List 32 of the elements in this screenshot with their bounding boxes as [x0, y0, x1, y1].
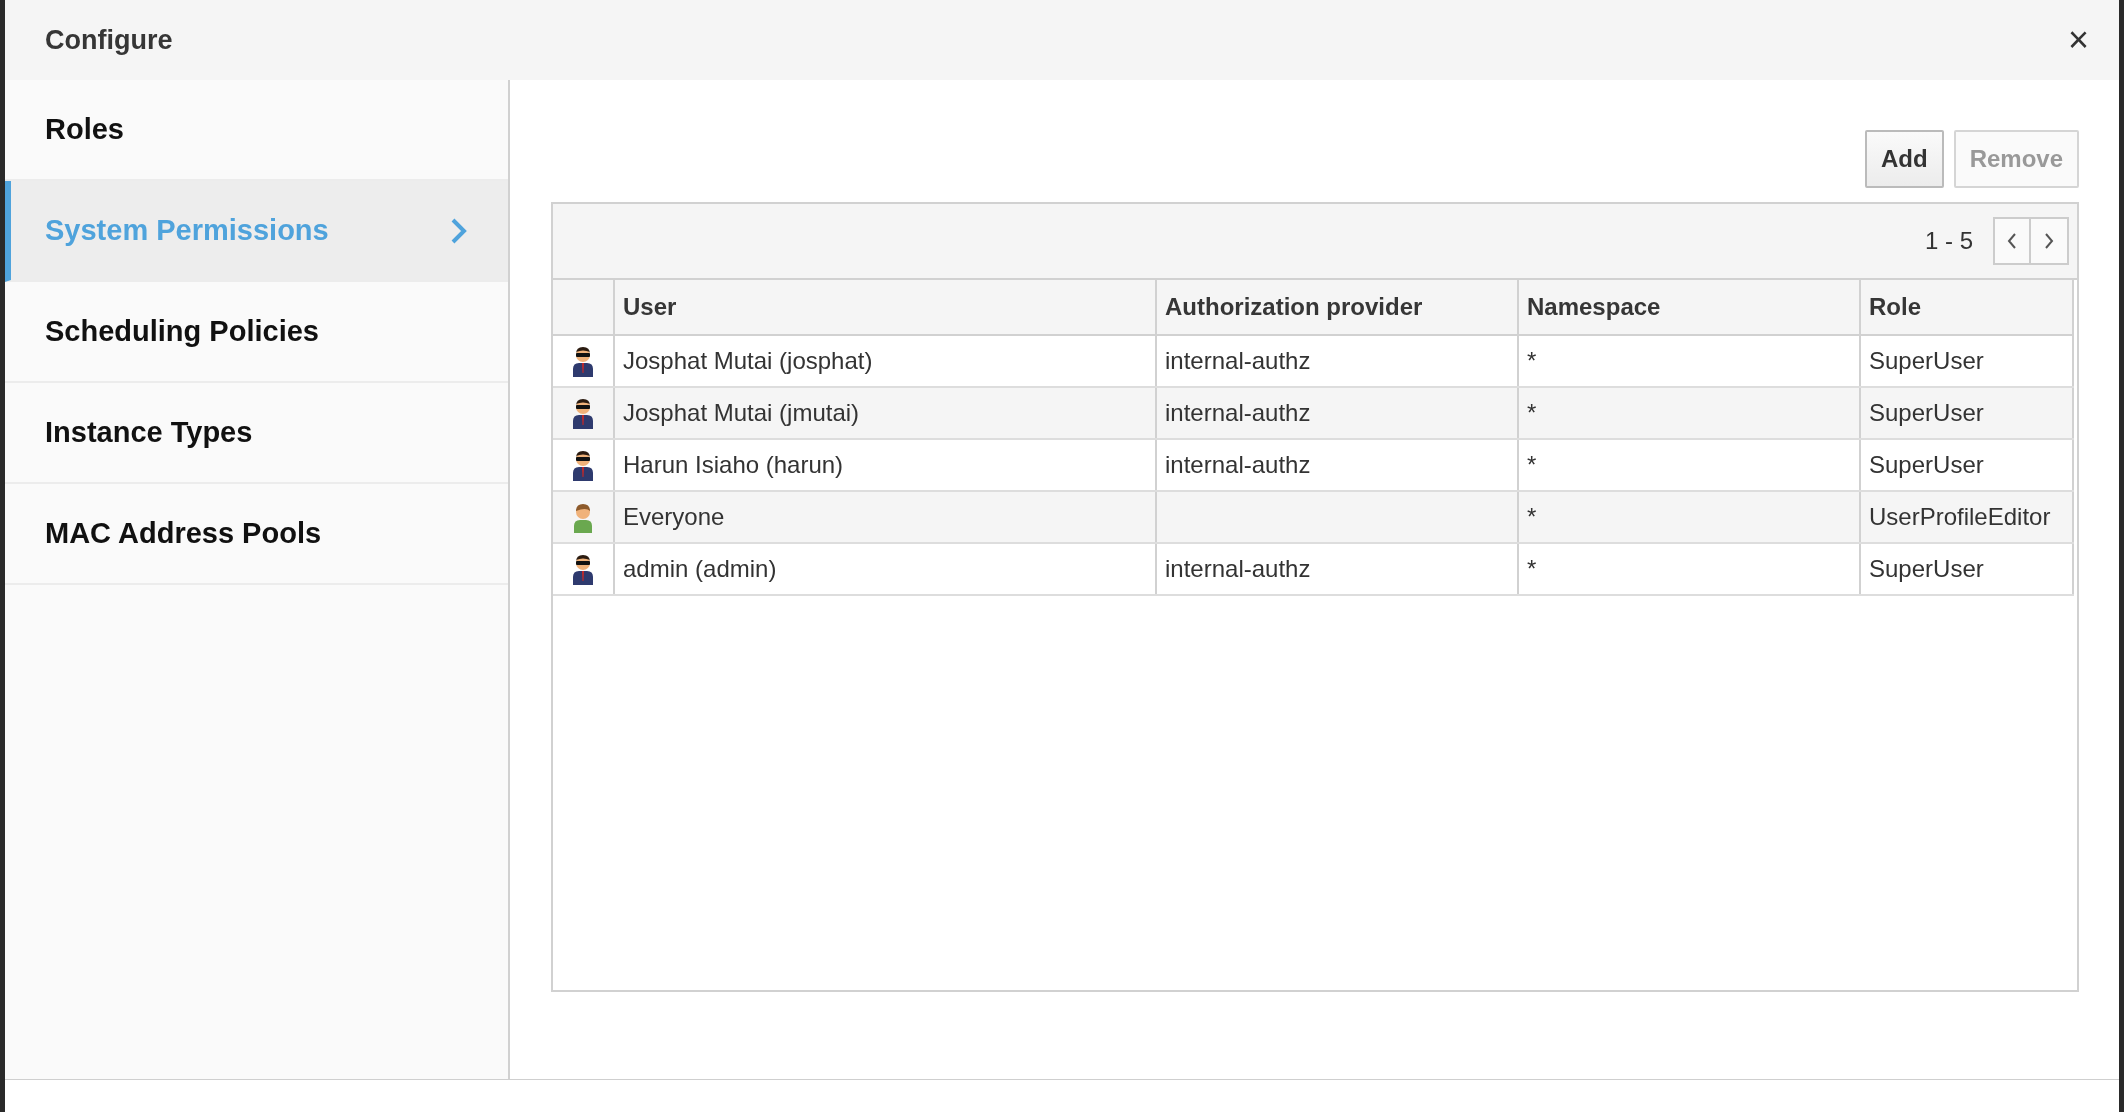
- column-header[interactable]: Namespace: [1518, 280, 1860, 335]
- table-cell: SuperUser: [1860, 543, 2073, 595]
- chevron-left-icon: [2006, 232, 2018, 250]
- user-icon: [571, 345, 595, 377]
- user-icon: [571, 449, 595, 481]
- sidebar-item[interactable]: Scheduling Policies: [5, 282, 508, 383]
- table-cell: Everyone: [614, 491, 1156, 543]
- add-button[interactable]: Add: [1864, 130, 1944, 188]
- column-header[interactable]: Authorization provider: [1156, 280, 1518, 335]
- table-cell: *: [1518, 387, 1860, 439]
- column-header[interactable]: Role: [1860, 280, 2073, 335]
- sidebar-item[interactable]: MAC Address Pools: [5, 484, 508, 585]
- table-cell: *: [1518, 543, 1860, 595]
- user-icon: [571, 553, 595, 585]
- close-button[interactable]: ×: [2067, 22, 2089, 58]
- table-cell: Josphat Mutai (jmutai): [614, 387, 1156, 439]
- table-cell: internal-authz: [1156, 543, 1518, 595]
- next-page-button[interactable]: [2031, 217, 2069, 265]
- table-cell: SuperUser: [1860, 387, 2073, 439]
- user-icon: [571, 397, 595, 429]
- page-range: 1 - 5: [1924, 227, 1973, 255]
- chevron-right-icon: [2043, 232, 2055, 250]
- person-icon: [571, 501, 595, 533]
- table-cell: UserProfileEditor: [1860, 491, 2073, 543]
- previous-page-button[interactable]: [1993, 217, 2031, 265]
- chevron-right-icon: [450, 216, 468, 245]
- dialog-title: Configure: [45, 24, 173, 56]
- table-cell: internal-authz: [1156, 387, 1518, 439]
- column-header[interactable]: User: [614, 280, 1156, 335]
- table-cell: *: [1518, 491, 1860, 543]
- sidebar-item[interactable]: Instance Types: [5, 383, 508, 484]
- table-cell: admin (admin): [614, 543, 1156, 595]
